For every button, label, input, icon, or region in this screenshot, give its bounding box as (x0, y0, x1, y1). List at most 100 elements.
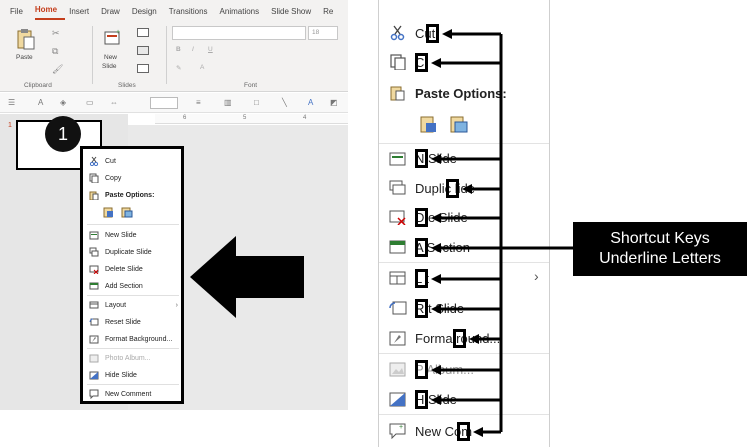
text-color-icon[interactable]: A (38, 98, 43, 107)
layout-icon (89, 300, 99, 310)
font-size-box[interactable]: 18 (308, 26, 338, 40)
connector-lines (431, 29, 573, 437)
paste-icon[interactable] (16, 28, 36, 50)
new-slide-icon[interactable]: + (104, 28, 122, 46)
menu-separator (87, 384, 179, 385)
menu-separator (87, 348, 179, 349)
tab-file[interactable]: File (10, 7, 31, 16)
slide-number: 1 (8, 122, 12, 129)
line-icon[interactable]: ╲ (282, 98, 287, 107)
shortcut-keys-callout: Shortcut Keys Underline Letters (573, 222, 747, 276)
menu-item-photo-album: Photo Album... (85, 350, 180, 366)
tab-review[interactable]: Re (323, 7, 341, 16)
callout-line-2: Underline Letters (599, 250, 721, 267)
fill-icon[interactable]: ◈ (60, 98, 66, 107)
textbox-icon[interactable]: A (308, 98, 313, 107)
ribbon-tab-bar: File Home Insert Draw Design Transitions… (0, 0, 348, 22)
add-section-icon (89, 281, 99, 291)
menu-item-add-section[interactable]: Add Section (85, 278, 180, 294)
menu-item-format-background[interactable]: Format Background... (85, 331, 180, 347)
menu-separator (87, 224, 179, 225)
bold-icon[interactable]: B (176, 46, 181, 53)
quick-toolbar: ☰ A ◈ ▭ ⇔ ≡ ▥ □ ╲ A ◩ (0, 93, 348, 113)
callout-line-1: Shortcut Keys (610, 230, 710, 247)
tab-insert[interactable]: Insert (69, 7, 97, 16)
format-painter-icon[interactable]: 🖌 (52, 64, 63, 75)
menu-item-label: Duplicate Slide (105, 248, 152, 256)
menu-item-label: Cut (105, 157, 116, 165)
ruler-tick: 4 (303, 115, 307, 121)
menu-item-label: Layout (105, 301, 127, 309)
columns-icon[interactable]: ▥ (224, 98, 232, 107)
menu-item-label: New Comment (105, 390, 152, 398)
copy-icon (89, 173, 99, 184)
menu-item-label: New Slide (105, 231, 137, 239)
cut-icon[interactable]: ✂ (52, 28, 60, 39)
format-background-icon (89, 334, 99, 344)
paste-keep-theme-icon[interactable] (103, 205, 115, 218)
chevron-right-icon: › (175, 301, 178, 309)
menu-item-hide-slide[interactable]: Hide Slide (85, 367, 180, 383)
section-icon[interactable] (137, 64, 149, 73)
context-menu-small: Cut Copy Paste Options: New Slide Duplic… (80, 146, 184, 404)
align-icon[interactable]: ⇔ (110, 98, 118, 107)
svg-text:+: + (116, 29, 120, 36)
shapes-icon[interactable]: ◩ (330, 98, 338, 107)
ruler-tick: 6 (183, 115, 187, 121)
font-name-box[interactable] (172, 26, 306, 40)
horizontal-ruler: 6 5 4 (155, 114, 348, 124)
highlight-icon[interactable]: ✎ (176, 64, 181, 72)
toolbar-dropdown[interactable] (150, 97, 178, 109)
tab-transitions[interactable]: Transitions (169, 7, 216, 16)
left-arrow-icon (190, 236, 304, 318)
paste-label[interactable]: Paste (16, 54, 33, 61)
menu-item-copy[interactable]: Copy (85, 170, 180, 186)
ribbon-body: Paste ✂ ⧉ 🖌 Clipboard + New Slide Slides… (0, 22, 348, 92)
menu-item-reset-slide[interactable]: Reset Slide (85, 314, 180, 330)
menu-item-duplicate-slide[interactable]: Duplicate Slide (85, 244, 180, 260)
menu-item-cut[interactable]: Cut (85, 153, 180, 169)
step-badge: 1 (45, 116, 81, 152)
group-label-slides: Slides (118, 82, 136, 89)
group-label-clipboard: Clipboard (24, 82, 52, 89)
reset-icon[interactable] (137, 46, 149, 55)
menu-item-label: Paste Options: (105, 191, 155, 199)
menu-item-layout[interactable]: Layout › (85, 297, 180, 313)
list-icon[interactable]: ≡ (196, 98, 201, 107)
rectangle-icon[interactable]: □ (254, 98, 259, 107)
ruler-tick: 5 (243, 115, 247, 121)
italic-icon[interactable]: I (192, 46, 194, 53)
menu-item-label: Photo Album... (105, 354, 151, 362)
font-color-icon[interactable]: A (200, 64, 204, 71)
menu-item-label: Reset Slide (105, 318, 141, 326)
paragraph-icon[interactable]: ☰ (8, 98, 15, 107)
reset-slide-icon (89, 317, 99, 327)
tab-draw[interactable]: Draw (101, 7, 128, 16)
paste-icon (89, 190, 99, 201)
menu-item-label: Hide Slide (105, 371, 137, 379)
menu-item-label: Format Background... (105, 335, 173, 343)
menu-item-label: Delete Slide (105, 265, 143, 273)
ribbon-divider (92, 26, 93, 84)
underline-icon[interactable]: U (208, 46, 213, 53)
tab-slide-show[interactable]: Slide Show (271, 7, 319, 16)
layout-icon[interactable] (137, 28, 149, 37)
paste-picture-icon[interactable] (121, 205, 133, 218)
tab-animations[interactable]: Animations (220, 7, 268, 16)
copy-icon[interactable]: ⧉ (52, 46, 58, 57)
tab-home[interactable]: Home (34, 2, 66, 20)
menu-separator (87, 295, 179, 296)
new-slide-label[interactable]: New (104, 54, 117, 61)
new-slide-label-2[interactable]: Slide (102, 63, 116, 70)
menu-heading-paste-options: Paste Options: (85, 187, 180, 203)
tab-design[interactable]: Design (132, 7, 165, 16)
menu-item-new-comment[interactable]: New Comment (85, 386, 180, 402)
outline-icon[interactable]: ▭ (86, 98, 94, 107)
menu-item-new-slide[interactable]: New Slide (85, 227, 180, 243)
scissors-icon (89, 156, 99, 167)
menu-item-delete-slide[interactable]: Delete Slide (85, 261, 180, 277)
group-label-font: Font (244, 82, 258, 89)
new-slide-icon (89, 230, 99, 240)
photo-album-icon (89, 353, 99, 363)
menu-item-label: Add Section (105, 282, 143, 290)
